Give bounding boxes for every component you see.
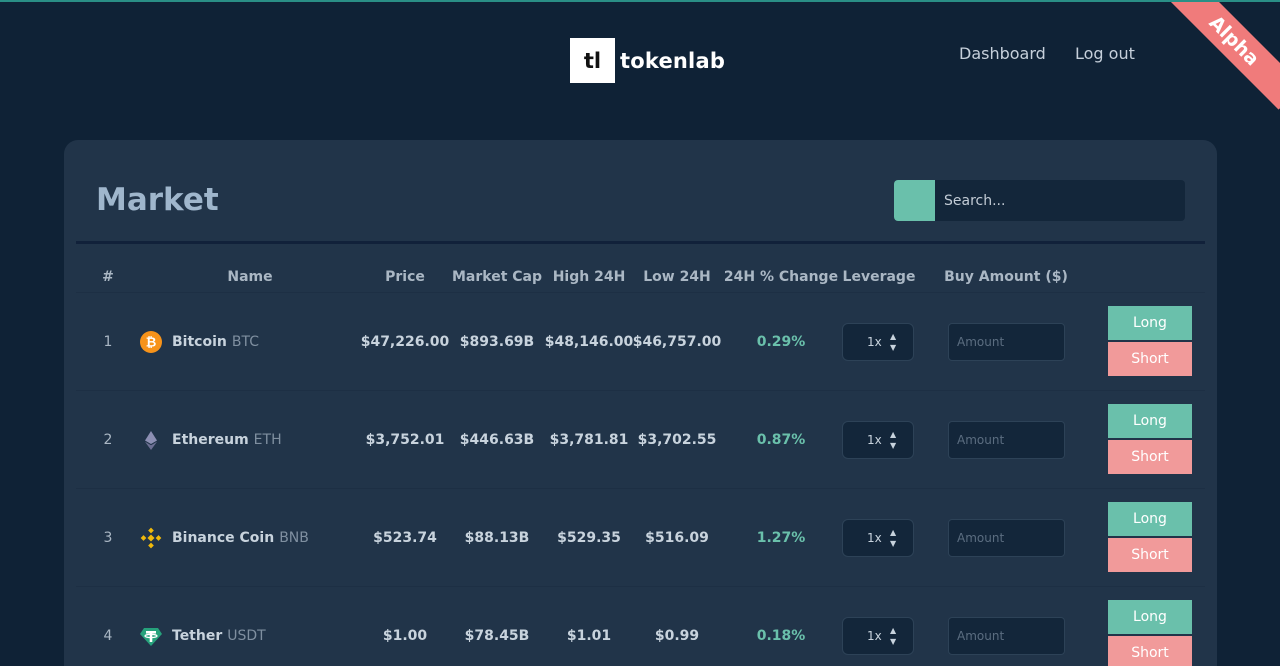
coin-name-cell: Ethereum ETH [140, 429, 282, 451]
amount-input[interactable] [948, 420, 1065, 459]
coin-name-cell: Binance Coin BNB [140, 527, 309, 549]
binance-icon [140, 527, 162, 549]
low-cell: $0.99 [654, 627, 700, 644]
coin-symbol: ETH [253, 431, 282, 448]
ethereum-icon [140, 429, 162, 451]
nav-dashboard-link[interactable]: Dashboard [959, 44, 1046, 63]
column-header-change: 24H % Change [723, 269, 839, 285]
price-cell: $47,226.00 [360, 333, 450, 350]
market-cap-cell: $893.69B [459, 333, 535, 350]
leverage-value: 1x [867, 432, 882, 447]
chevron-up-down-icon: ▲ ▼ [890, 527, 897, 548]
leverage-select[interactable]: 1x ▲ ▼ [842, 322, 914, 361]
bitcoin-icon: ₿ [140, 330, 162, 353]
long-button[interactable]: Long [1108, 600, 1192, 634]
logo-mark: tl [570, 38, 615, 83]
divider [76, 241, 1205, 244]
market-card: Market # Name Price Market Cap High 24H … [64, 140, 1217, 666]
long-button[interactable]: Long [1108, 306, 1192, 340]
column-header-buy-amount: Buy Amount ($) [944, 269, 1068, 285]
high-cell: $48,146.00 [544, 333, 634, 350]
coin-name-cell: ₿ Bitcoin BTC [140, 330, 259, 353]
coin-symbol: BTC [231, 333, 259, 350]
leverage-select[interactable]: 1x ▲ ▼ [842, 518, 914, 557]
alpha-ribbon-label: Alpha [1165, 2, 1280, 110]
column-header-price: Price [385, 269, 425, 285]
low-cell: $46,757.00 [632, 333, 722, 350]
change-cell: 0.18% [756, 627, 806, 644]
price-cell: $1.00 [382, 627, 428, 644]
table-row: 4 Tether USDT $1.00 $78.45B $1.01 $0.99 … [76, 586, 1205, 666]
column-header-high: High 24H [552, 269, 626, 285]
change-cell: 1.27% [756, 529, 806, 546]
amount-input[interactable] [948, 616, 1065, 655]
price-cell: $523.74 [373, 529, 437, 546]
coin-symbol: USDT [227, 627, 266, 644]
alpha-ribbon: Alpha [1160, 2, 1280, 122]
high-cell: $529.35 [557, 529, 621, 546]
leverage-select[interactable]: 1x ▲ ▼ [842, 616, 914, 655]
amount-input[interactable] [948, 518, 1065, 557]
amount-input[interactable] [948, 322, 1065, 361]
column-header-name: Name [227, 269, 273, 285]
table-row: 2 Ethereum ETH $3,752.01 $446.63B $3,781… [76, 390, 1205, 488]
page-title: Market [96, 182, 219, 218]
row-index: 2 [103, 431, 113, 448]
change-cell: 0.87% [756, 431, 806, 448]
column-header-market-cap: Market Cap [451, 269, 543, 285]
short-button[interactable]: Short [1108, 342, 1192, 376]
svg-text:₿: ₿ [146, 335, 157, 350]
row-index: 4 [103, 627, 113, 644]
short-button[interactable]: Short [1108, 636, 1192, 666]
chevron-up-down-icon: ▲ ▼ [890, 429, 897, 450]
top-navbar: tl tokenlab Dashboard Log out Alpha [0, 2, 1280, 112]
low-cell: $516.09 [645, 529, 709, 546]
high-cell: $1.01 [566, 627, 612, 644]
coin-name: Bitcoin [172, 333, 227, 350]
leverage-value: 1x [867, 628, 882, 643]
coin-name: Binance Coin [172, 529, 275, 546]
leverage-value: 1x [867, 334, 882, 349]
short-button[interactable]: Short [1108, 440, 1192, 474]
short-button[interactable]: Short [1108, 538, 1192, 572]
chevron-up-down-icon: ▲ ▼ [890, 625, 897, 646]
logo[interactable]: tl tokenlab [570, 38, 725, 83]
coin-name-cell: Tether USDT [140, 625, 266, 647]
column-header-index: # [102, 269, 114, 285]
long-button[interactable]: Long [1108, 404, 1192, 438]
price-cell: $3,752.01 [365, 431, 445, 448]
coin-symbol: BNB [279, 529, 309, 546]
high-cell: $3,781.81 [549, 431, 629, 448]
market-cap-cell: $88.13B [464, 529, 530, 546]
leverage-select[interactable]: 1x ▲ ▼ [842, 420, 914, 459]
leverage-value: 1x [867, 530, 882, 545]
column-header-leverage: Leverage [842, 269, 916, 285]
logo-text: tokenlab [620, 48, 726, 73]
change-cell: 0.29% [756, 333, 806, 350]
tether-icon [140, 625, 162, 647]
column-header-low: Low 24H [643, 269, 711, 285]
coin-name: Tether [172, 627, 223, 644]
table-row: 3 Binance Coin BNB $523.74 $88.13B $529.… [76, 488, 1205, 586]
search-input[interactable] [935, 180, 1185, 221]
row-index: 1 [103, 333, 113, 350]
search-button[interactable] [894, 180, 935, 221]
market-cap-cell: $78.45B [464, 627, 530, 644]
long-button[interactable]: Long [1108, 502, 1192, 536]
coin-name: Ethereum [172, 431, 249, 448]
table-row: 1 ₿ Bitcoin BTC $47,226.00 $893.69B $48,… [76, 292, 1205, 390]
market-cap-cell: $446.63B [459, 431, 535, 448]
row-index: 3 [103, 529, 113, 546]
low-cell: $3,702.55 [637, 431, 717, 448]
nav-logout-link[interactable]: Log out [1075, 44, 1135, 63]
search-bar [894, 180, 1185, 221]
chevron-up-down-icon: ▲ ▼ [890, 331, 897, 352]
